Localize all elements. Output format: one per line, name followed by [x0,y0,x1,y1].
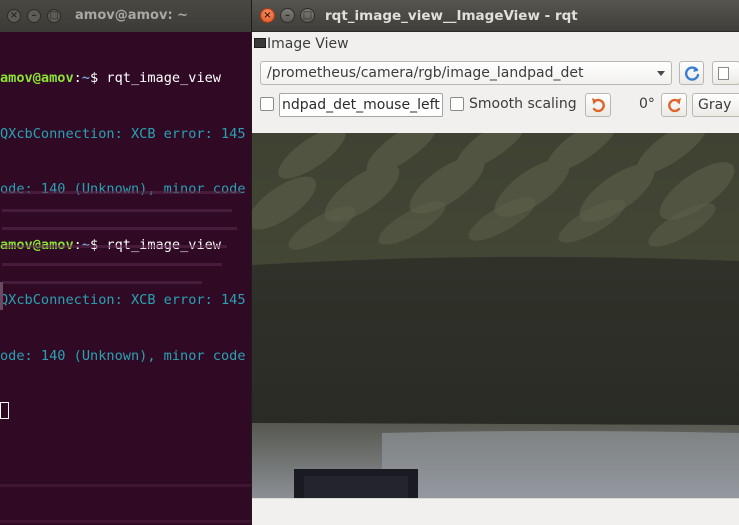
topic-select[interactable]: /prometheus/camera/rgb/image_landpad_det [260,61,672,85]
ghost-background-text [0,520,252,523]
refresh-icon [685,66,700,81]
terminal-titlebar[interactable]: × – □ amov@amov: ~ [0,0,252,32]
chevron-down-icon [657,71,665,76]
camera-image-canvas [252,133,739,498]
camera-image[interactable] [252,133,739,498]
smooth-scaling-label: Smooth scaling [469,96,577,112]
minimize-icon[interactable]: – [280,8,295,23]
rqt-title: rqt_image_view__ImageView - rqt [325,8,578,24]
minimize-icon[interactable]: – [27,9,41,23]
mouse-topic-input[interactable]: ndpad_det_mouse_left [279,93,443,117]
dock-title: Image View [267,36,349,52]
save-image-button[interactable] [712,61,739,85]
dock-title-bar[interactable]: Image View [252,33,739,55]
close-icon[interactable]: × [260,8,275,23]
refresh-topics-button[interactable] [679,61,704,85]
rotate-left-button[interactable] [585,93,611,117]
rotate-left-icon [592,98,605,113]
terminal-title: amov@amov: ~ [75,8,189,23]
maximize-icon[interactable]: □ [47,9,61,23]
dock-widget-icon [254,38,266,48]
color-scheme-select[interactable]: Gray [692,93,739,117]
rqt-titlebar[interactable]: × – □ rqt_image_view__ImageView - rqt [252,0,739,32]
ghost-background-text [0,484,252,487]
smooth-scaling-checkbox[interactable] [450,97,464,111]
terminal-line: amov@amov:~$ rqt_image_view [0,70,221,86]
terminal-line: ode: 140 (Unknown), minor code [0,347,246,364]
rotation-label: 0° [639,96,655,112]
save-icon [718,67,729,80]
mouse-topic-value: ndpad_det_mouse_left [282,97,440,113]
terminal-cursor-line [0,402,252,421]
color-scheme-value: Gray [698,97,732,113]
close-icon[interactable]: × [7,9,21,23]
terminal-line: QXcbConnection: XCB error: 145 [0,125,246,142]
scroll-edge [0,282,3,310]
rotate-right-icon [668,98,681,113]
terminal-cursor [0,402,9,419]
maximize-icon[interactable]: □ [300,8,315,23]
rotate-right-button[interactable] [661,93,687,117]
terminal-window[interactable]: × – □ amov@amov: ~ amov@amov:~$ rqt_imag… [0,0,252,525]
ghost-background-text [0,185,252,305]
topic-value: /prometheus/camera/rgb/image_landpad_det [267,65,584,81]
status-area [252,498,739,525]
mouse-publish-checkbox[interactable] [260,97,274,111]
rqt-window[interactable]: × – □ rqt_image_view__ImageView - rqt Im… [251,0,739,525]
